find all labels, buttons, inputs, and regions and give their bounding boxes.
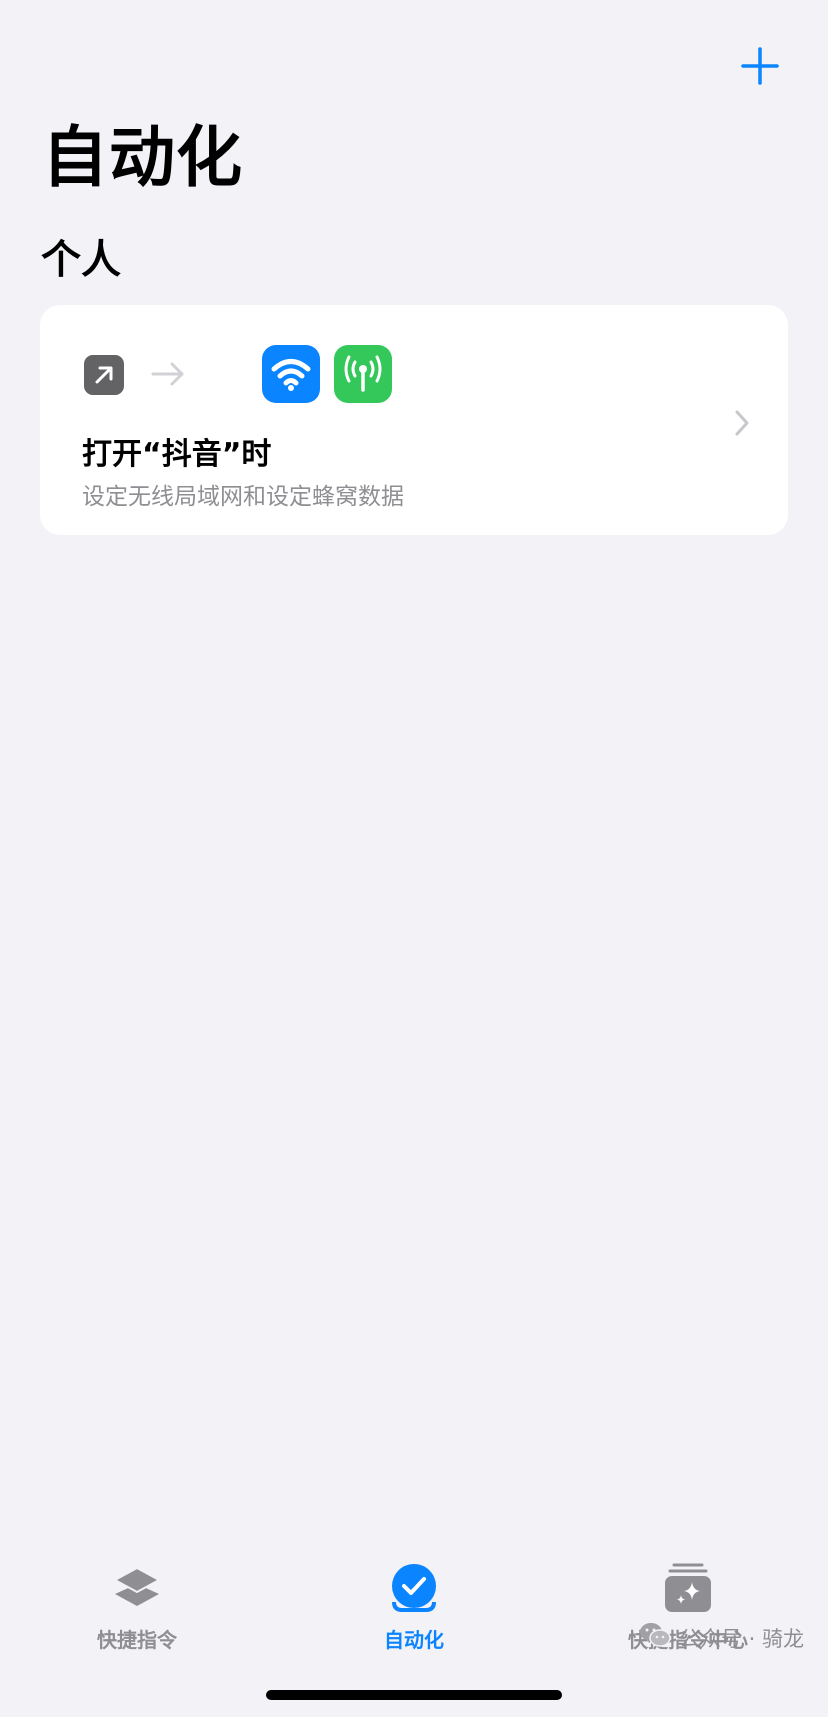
- app-open-arrow-icon: [84, 355, 124, 395]
- tab-shortcuts-label: 快捷指令: [97, 1628, 177, 1652]
- gallery-sparkle-icon: [662, 1562, 714, 1618]
- section-title: 个人: [41, 237, 121, 283]
- watermark-text: 公众号 · 骑龙: [678, 1626, 804, 1651]
- checkmark-circle-icon: [388, 1562, 440, 1618]
- automation-subtitle: 设定无线局域网和设定蜂窝数据: [82, 484, 404, 510]
- arrow-right-icon: [150, 359, 186, 389]
- plus-icon: [741, 47, 779, 85]
- tab-shortcuts[interactable]: 快捷指令: [37, 1562, 237, 1662]
- layers-icon: [111, 1562, 163, 1618]
- page-title: 自动化: [42, 119, 243, 196]
- home-indicator[interactable]: [266, 1690, 562, 1700]
- automation-card[interactable]: 打开“抖音”时 设定无线局域网和设定蜂窝数据: [40, 305, 788, 535]
- wifi-icon: [262, 345, 320, 403]
- chevron-right-icon: [734, 409, 750, 437]
- cellular-icon: [334, 345, 392, 403]
- watermark: 公众号 · 骑龙: [639, 1622, 804, 1653]
- add-automation-button[interactable]: [740, 46, 780, 86]
- tab-automation[interactable]: 自动化: [314, 1562, 514, 1662]
- tab-automation-label: 自动化: [384, 1628, 444, 1652]
- wechat-icon: [639, 1622, 671, 1653]
- automation-title: 打开“抖音”时: [82, 437, 272, 472]
